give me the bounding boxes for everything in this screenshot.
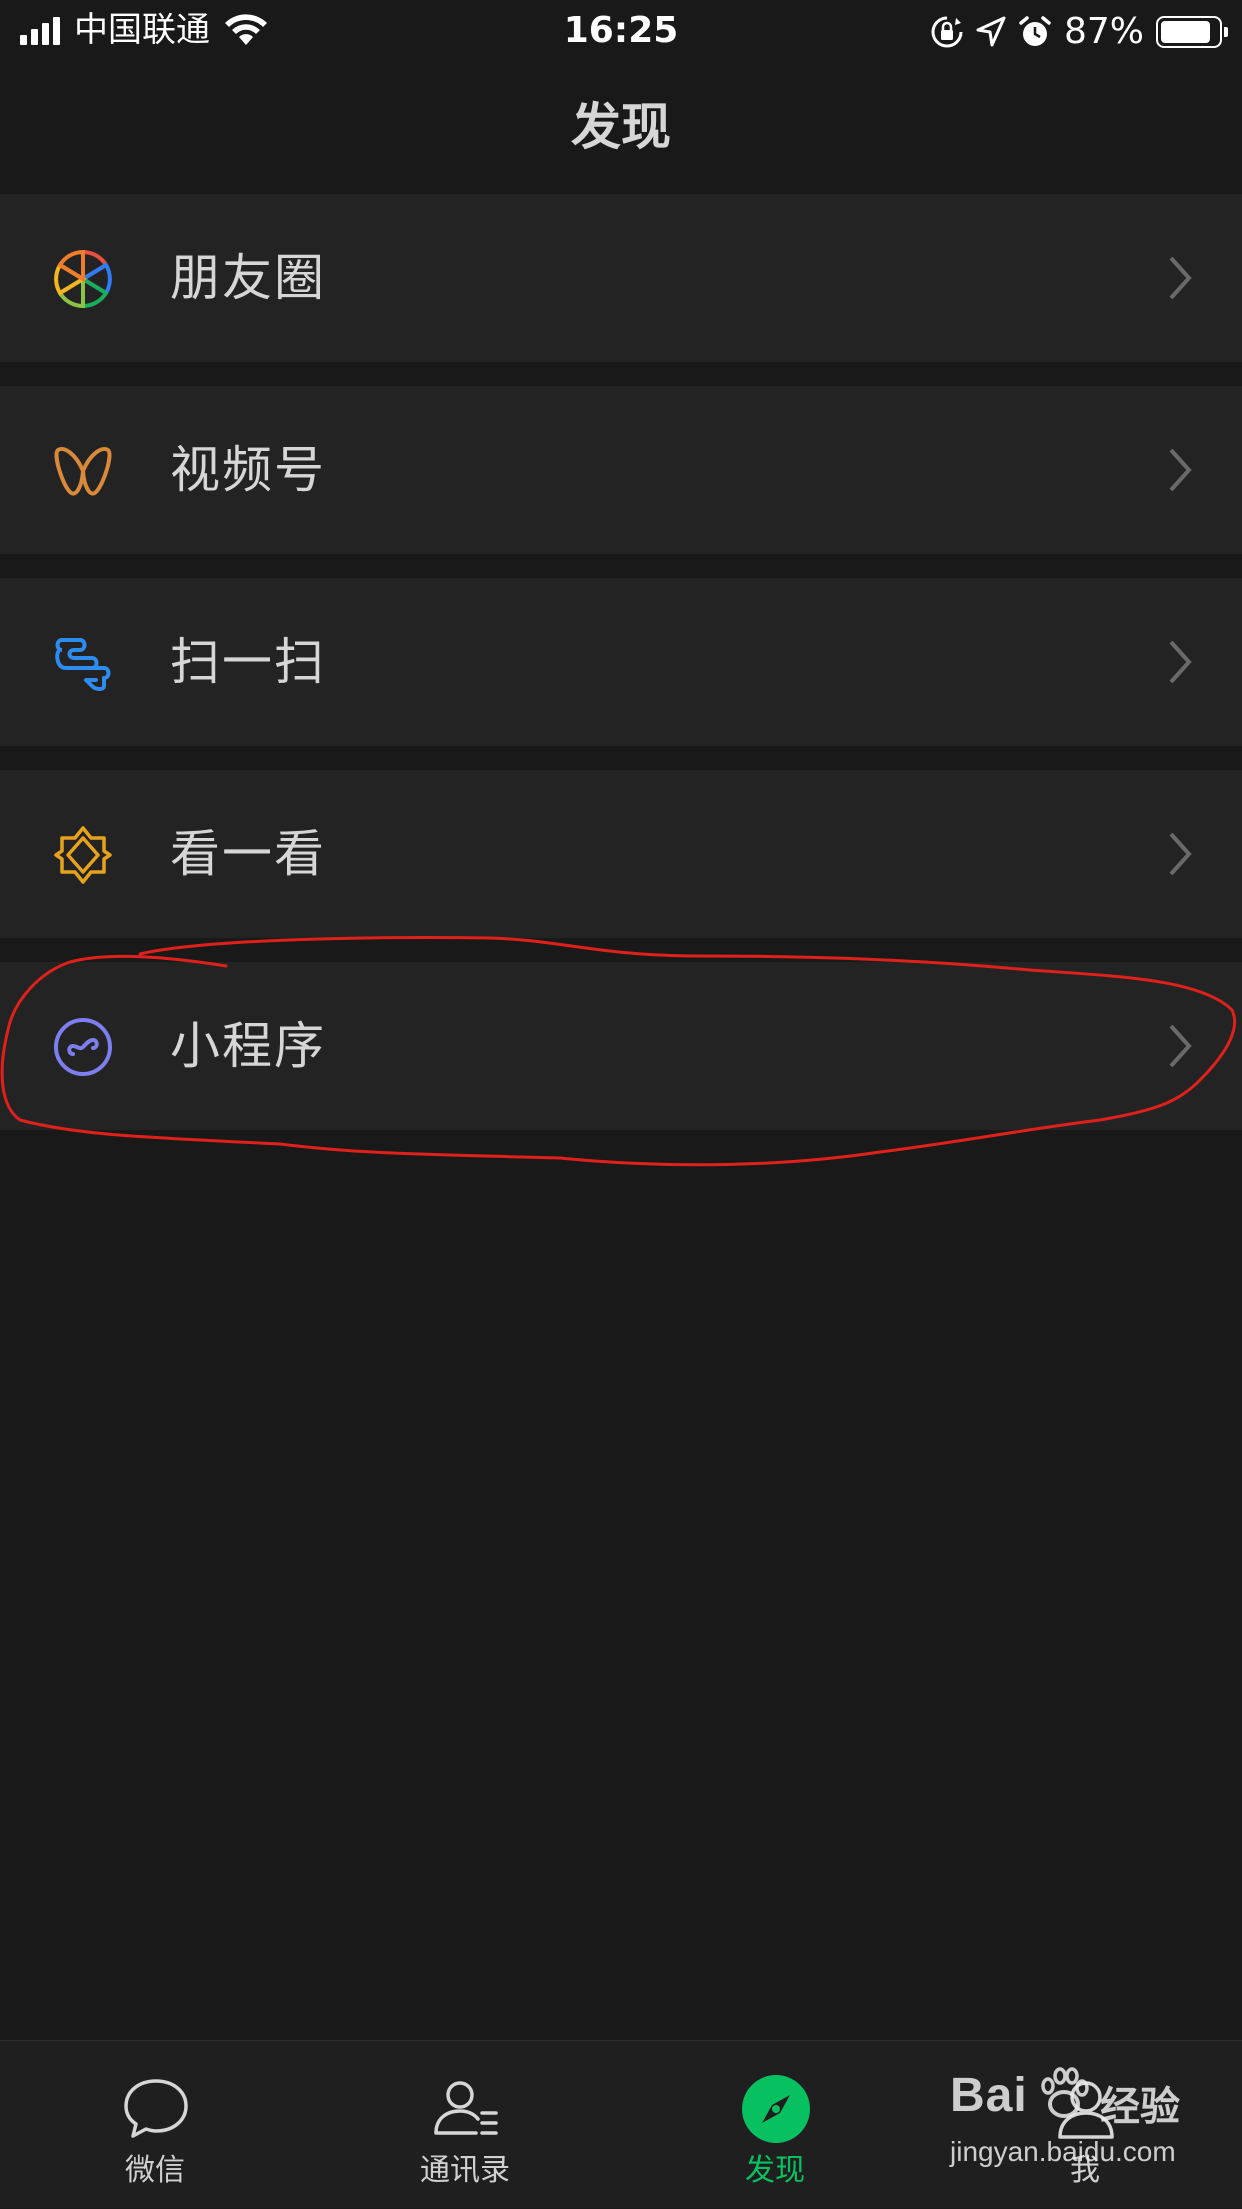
menu-label-channels: 视频号	[170, 441, 326, 499]
watermark-url: jingyan.baidu.com	[950, 2136, 1176, 2167]
battery-icon	[1156, 16, 1228, 48]
channels-icon	[54, 447, 112, 496]
battery-percent: 87%	[1063, 11, 1144, 52]
tab-discover[interactable]: 发现	[620, 2041, 930, 2209]
mini-programs-icon	[54, 1018, 112, 1076]
status-right: 87%	[930, 10, 1228, 54]
tab-label-discover: 发现	[745, 2153, 805, 2188]
menu-item-mini-programs[interactable]: 小程序	[0, 962, 1242, 1130]
chat-icon	[124, 2079, 188, 2138]
menu-item-moments[interactable]: 朋友圈	[0, 194, 1242, 362]
watermark-brand: 经验	[1100, 2084, 1180, 2130]
contacts-icon	[434, 2081, 498, 2135]
menu-label-moments: 朋友圈	[170, 249, 326, 307]
menu-label-scan: 扫一扫	[170, 633, 326, 691]
tab-contacts[interactable]: 通讯录	[310, 2041, 620, 2209]
moments-icon	[54, 249, 112, 309]
status-bar: 中国联通 16:25 87%	[0, 0, 1242, 62]
chevron-right-icon	[1169, 1024, 1192, 1068]
location-icon	[976, 16, 1006, 47]
menu-label-top-stories: 看一看	[170, 825, 326, 883]
paw-icon	[1041, 2067, 1089, 2118]
chevron-right-icon	[1169, 256, 1192, 300]
menu-item-top-stories[interactable]: 看一看	[0, 770, 1242, 938]
scan-icon	[55, 638, 111, 691]
menu-item-scan[interactable]: 扫一扫	[0, 578, 1242, 746]
page-title: 发现	[571, 98, 671, 156]
discover-icon	[742, 2075, 810, 2143]
chevron-right-icon	[1169, 448, 1192, 492]
tab-label-contacts: 通讯录	[420, 2153, 510, 2188]
chevron-right-icon	[1169, 640, 1192, 684]
baidu-jingyan-watermark: Bai 经验 jingyan.baidu.com	[950, 2064, 1230, 2194]
alarm-icon	[1019, 16, 1051, 46]
chevron-right-icon	[1169, 832, 1192, 876]
tab-label-chats: 微信	[125, 2153, 185, 2188]
menu-item-channels[interactable]: 视频号	[0, 386, 1242, 554]
top-stories-icon	[54, 826, 112, 884]
menu-label-mini-programs: 小程序	[170, 1017, 326, 1075]
watermark-logo: Bai	[950, 2069, 1028, 2122]
tab-chats[interactable]: 微信	[0, 2041, 310, 2209]
orientation-lock-icon	[931, 16, 963, 48]
battery-fill	[1161, 21, 1210, 43]
